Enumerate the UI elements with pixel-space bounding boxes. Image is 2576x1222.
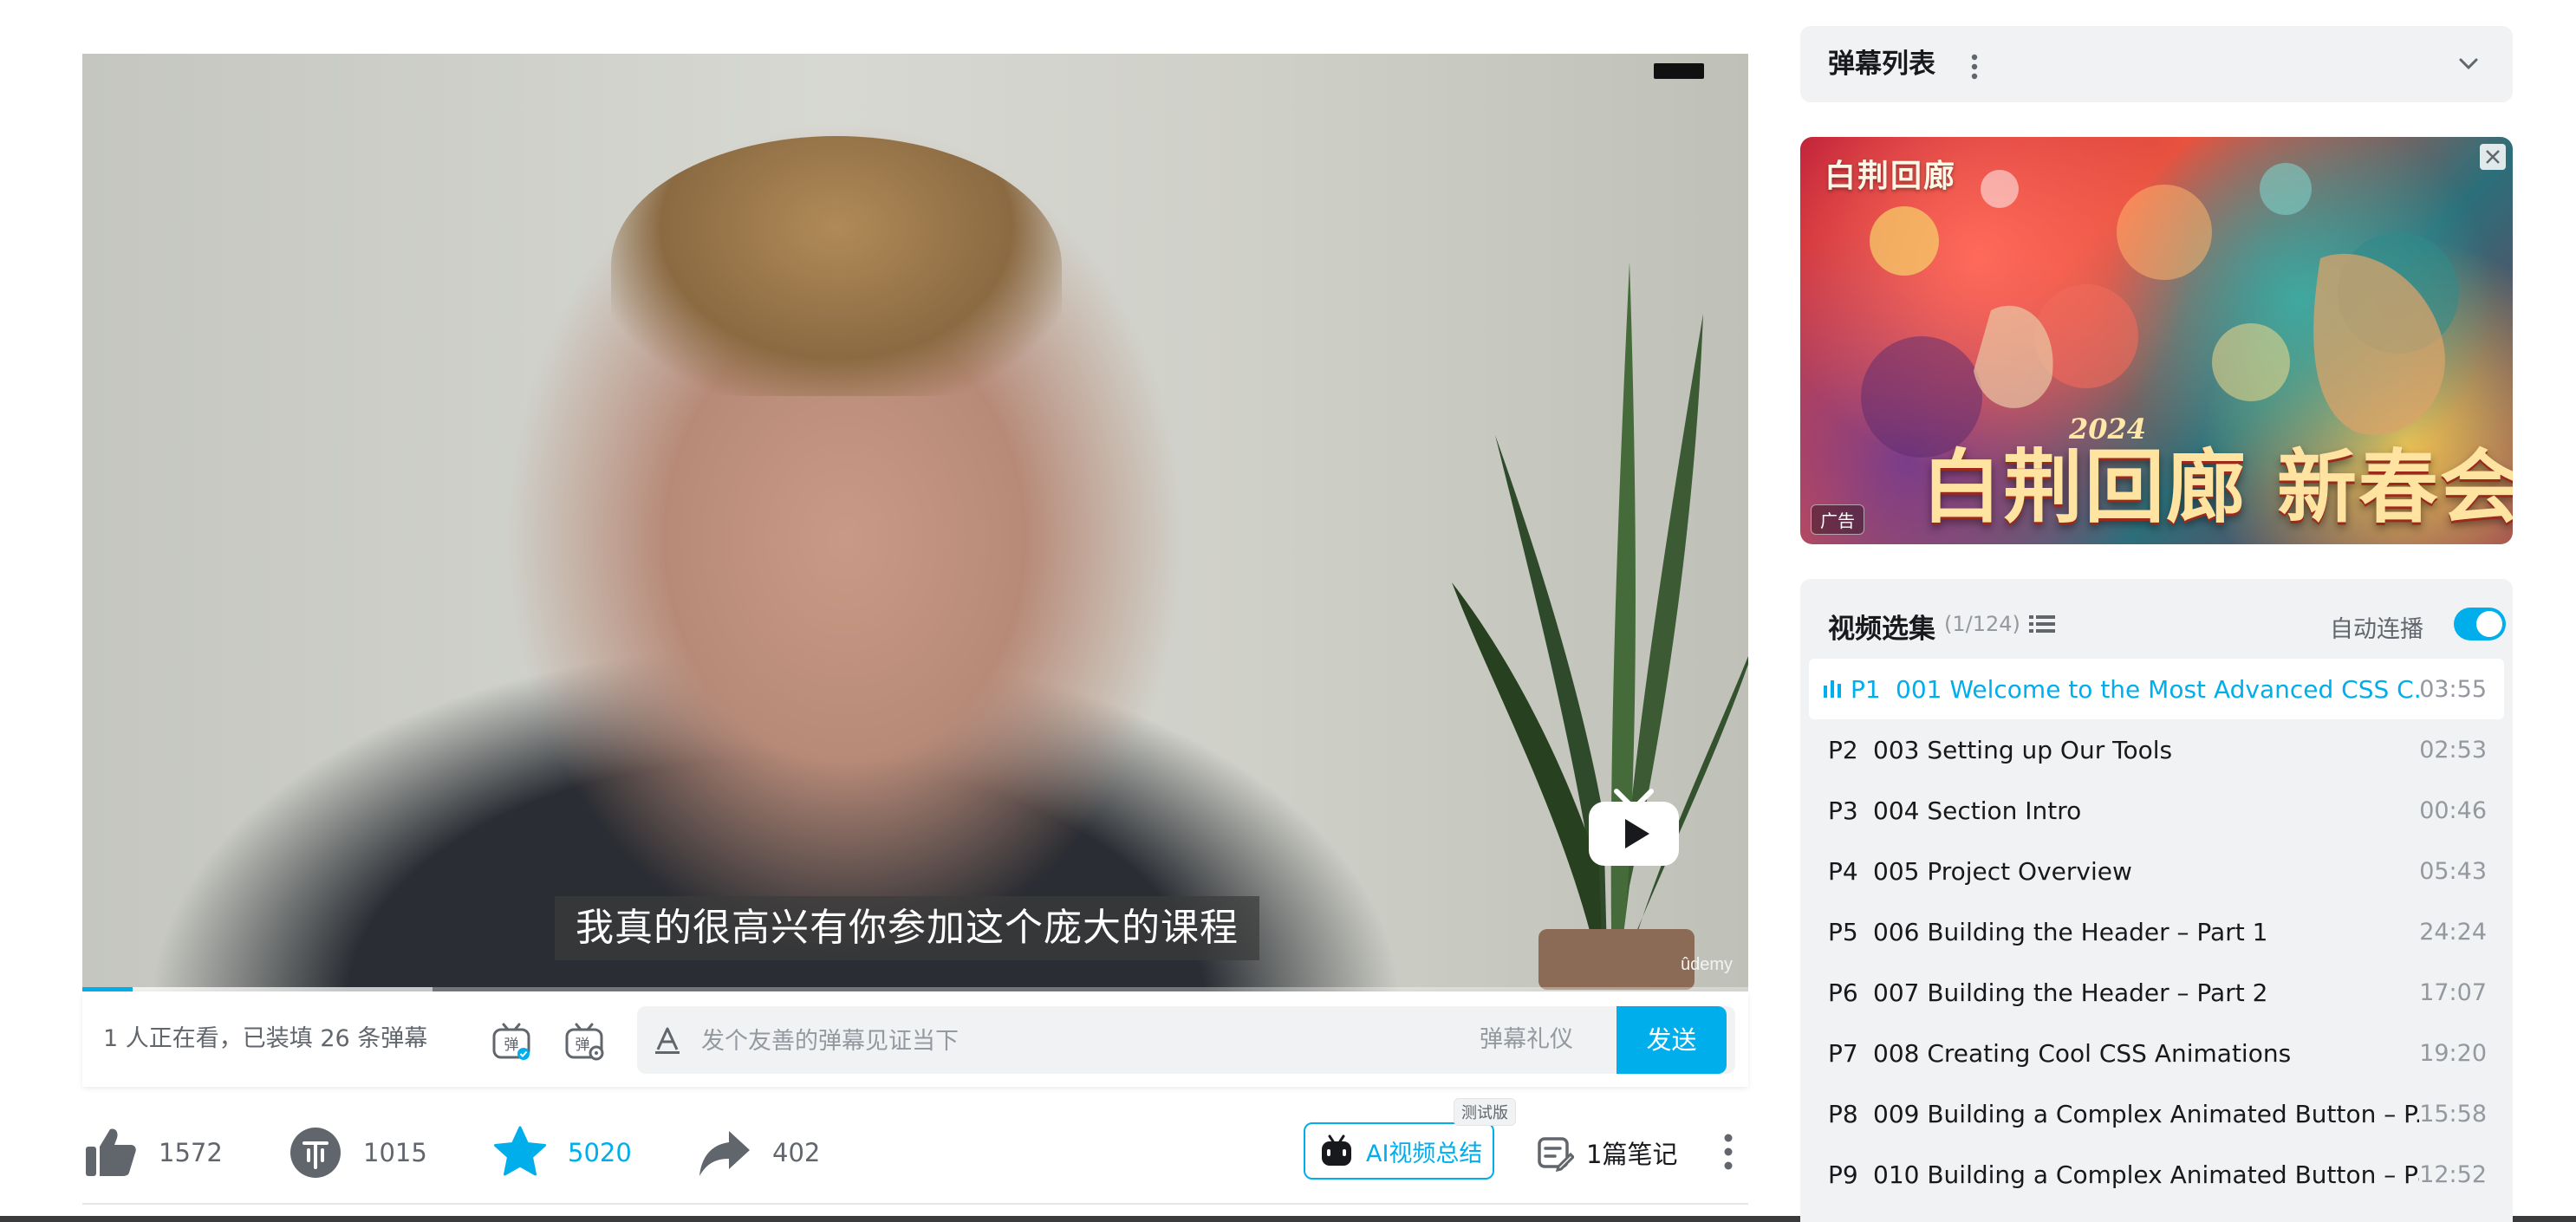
notes-label: 1篇笔记: [1586, 1140, 1678, 1169]
playlist-item-page: P2: [1828, 735, 1858, 764]
playlist-item-page: P8: [1828, 1099, 1858, 1128]
danmaku-send-bar: 1 人正在看，已装填 26 条弹幕 弹 弹 弹幕礼仪 发送: [82, 991, 1748, 1087]
video-frame-detail: [611, 136, 1062, 396]
like-button[interactable]: 1572: [82, 1114, 223, 1192]
playlist-item-duration: 03:55: [2419, 675, 2487, 703]
playlist-count: (1/124): [1944, 612, 2020, 636]
autoplay-label: 自动连播: [2330, 616, 2423, 643]
coin-icon: [290, 1128, 341, 1178]
share-arrow-icon: [699, 1131, 750, 1176]
favorite-count: 5020: [568, 1138, 632, 1167]
autoplay-toggle[interactable]: [2454, 608, 2506, 640]
now-playing-icon: [1824, 680, 1841, 698]
svg-text:弹: 弹: [504, 1037, 519, 1054]
share-count: 402: [772, 1138, 821, 1167]
notes-button[interactable]: 1篇笔记: [1536, 1114, 1677, 1192]
playlist-item-title: 003 Setting up Our Tools: [1873, 735, 2173, 764]
playlist-item-page: P3: [1828, 796, 1858, 825]
playlist-item-duration: 00:46: [2419, 796, 2487, 824]
robot-icon: [1322, 1134, 1351, 1166]
playlist-item[interactable]: P7 008 Creating Cool CSS Animations 19:2…: [1809, 1023, 2504, 1083]
playlist-item[interactable]: P5 006 Building the Header – Part 1 24:2…: [1809, 901, 2504, 962]
divider: [82, 1203, 1748, 1205]
like-count: 1572: [159, 1138, 223, 1167]
playlist-item[interactable]: P8 009 Building a Complex Animated Butto…: [1809, 1083, 2504, 1144]
close-icon[interactable]: [2480, 144, 2506, 170]
viewer-info: 1 人正在看，已装填 26 条弹幕: [103, 1025, 428, 1052]
share-button[interactable]: 402: [696, 1114, 820, 1192]
danmaku-etiquette-link[interactable]: 弹幕礼仪: [1480, 1006, 1573, 1074]
playlist-items: P1 001 Welcome to the Most Advanced CSS …: [1809, 659, 2504, 1205]
danmaku-list-title: 弹幕列表: [1828, 49, 1935, 80]
danmaku-list-header[interactable]: 弹幕列表: [1800, 26, 2513, 102]
playlist-item-page: P9: [1828, 1160, 1858, 1189]
playlist-item-page: P1: [1851, 674, 1881, 704]
corner-mark: [1654, 63, 1704, 79]
playlist-item-page: P4: [1828, 856, 1858, 886]
danmaku-input[interactable]: [699, 1006, 1466, 1076]
playlist-item[interactable]: P2 003 Setting up Our Tools 02:53: [1809, 719, 2504, 780]
playlist-item-title: 008 Creating Cool CSS Animations: [1873, 1038, 2292, 1068]
playlist-item-title: 005 Project Overview: [1873, 856, 2132, 886]
coin-count: 1015: [363, 1138, 427, 1167]
kebab-menu-icon[interactable]: [1970, 54, 1979, 80]
playlist-item-duration: 24:24: [2419, 918, 2487, 946]
chevron-down-icon[interactable]: [2457, 54, 2480, 73]
video-player[interactable]: 我真的很高兴有你参加这个庞大的课程 ûdemy: [82, 54, 1748, 991]
tv-play-icon[interactable]: [1585, 786, 1682, 869]
playlist-item-title: 006 Building the Header – Part 1: [1873, 917, 2268, 946]
coin-button[interactable]: 1015: [287, 1114, 427, 1192]
thumbs-up-icon: [86, 1128, 136, 1176]
svg-text:弹: 弹: [576, 1037, 590, 1054]
beta-badge: 测试版: [1454, 1098, 1516, 1126]
ad-tag: 广告: [1811, 504, 1864, 535]
video-watermark: ûdemy: [1681, 955, 1734, 974]
toggle-knob: [2476, 611, 2502, 637]
danmaku-toggle-icon[interactable]: 弹: [491, 1021, 531, 1061]
danmaku-settings-icon[interactable]: 弹: [564, 1021, 604, 1061]
playlist-item-title: 007 Building the Header – Part 2: [1873, 978, 2268, 1007]
playlist-item-page: P5: [1828, 917, 1858, 946]
ai-summary-label: AI视频总结: [1366, 1140, 1483, 1167]
font-style-icon[interactable]: [653, 1025, 682, 1055]
playlist-item[interactable]: P1 001 Welcome to the Most Advanced CSS …: [1809, 659, 2504, 719]
ad-year: 2024: [2069, 413, 2147, 445]
video-frame[interactable]: 我真的很高兴有你参加这个庞大的课程 ûdemy: [82, 54, 1748, 991]
video-subtitle: 我真的很高兴有你参加这个庞大的课程: [555, 896, 1259, 960]
danmaku-input-box: 弹幕礼仪: [637, 1006, 1735, 1076]
playlist-item-page: P7: [1828, 1038, 1858, 1068]
favorite-button[interactable]: 5020: [491, 1114, 632, 1192]
ad-logo: 白荆回廊: [1825, 158, 1957, 194]
playlist-item-page: P6: [1828, 978, 1858, 1007]
playlist-item[interactable]: P4 005 Project Overview 05:43: [1809, 841, 2504, 901]
playlist-item[interactable]: P3 004 Section Intro 00:46: [1809, 780, 2504, 841]
star-icon: [494, 1126, 546, 1176]
playlist-item[interactable]: P9 010 Building a Complex Animated Butto…: [1809, 1144, 2504, 1205]
playlist-item-title: 004 Section Intro: [1873, 796, 2082, 825]
playlist-item-title: 010 Building a Complex Animated Button –…: [1873, 1160, 2419, 1189]
playlist-item-duration: 05:43: [2419, 857, 2487, 885]
ad-title: 白荆回廊 新春会: [1922, 440, 2513, 534]
playlist-item-duration: 02:53: [2419, 736, 2487, 764]
playlist-item-duration: 15:58: [2419, 1100, 2487, 1128]
send-danmaku-button[interactable]: 发送: [1617, 1006, 1727, 1074]
video-action-toolbar: 1572 1015 5020 402 AI视频总结 测试版 1篇笔记: [82, 1098, 1748, 1192]
playlist-title: 视频选集: [1828, 614, 1935, 645]
ai-summary-button[interactable]: AI视频总结: [1304, 1122, 1494, 1180]
ad-banner[interactable]: 白荆回廊 白荆回廊 新春会 2024 广告: [1800, 137, 2513, 544]
playlist-item-duration: 12:52: [2419, 1160, 2487, 1188]
note-icon: [1538, 1137, 1574, 1172]
video-playlist: 视频选集 (1/124) 自动连播 P1 001 Welcome to the …: [1800, 579, 2513, 1222]
playlist-item-duration: 19:20: [2419, 1039, 2487, 1067]
playlist-item-duration: 17:07: [2419, 978, 2487, 1006]
more-options-icon[interactable]: [1722, 1131, 1734, 1173]
playlist-item-title: 001 Welcome to the Most Advanced CSS C..…: [1896, 674, 2419, 704]
plant-in-video: [1452, 262, 1748, 990]
playlist-item[interactable]: P6 007 Building the Header – Part 2 17:0…: [1809, 962, 2504, 1023]
list-view-icon[interactable]: [2029, 614, 2055, 634]
playlist-item-title: 009 Building a Complex Animated Button –…: [1873, 1099, 2419, 1128]
